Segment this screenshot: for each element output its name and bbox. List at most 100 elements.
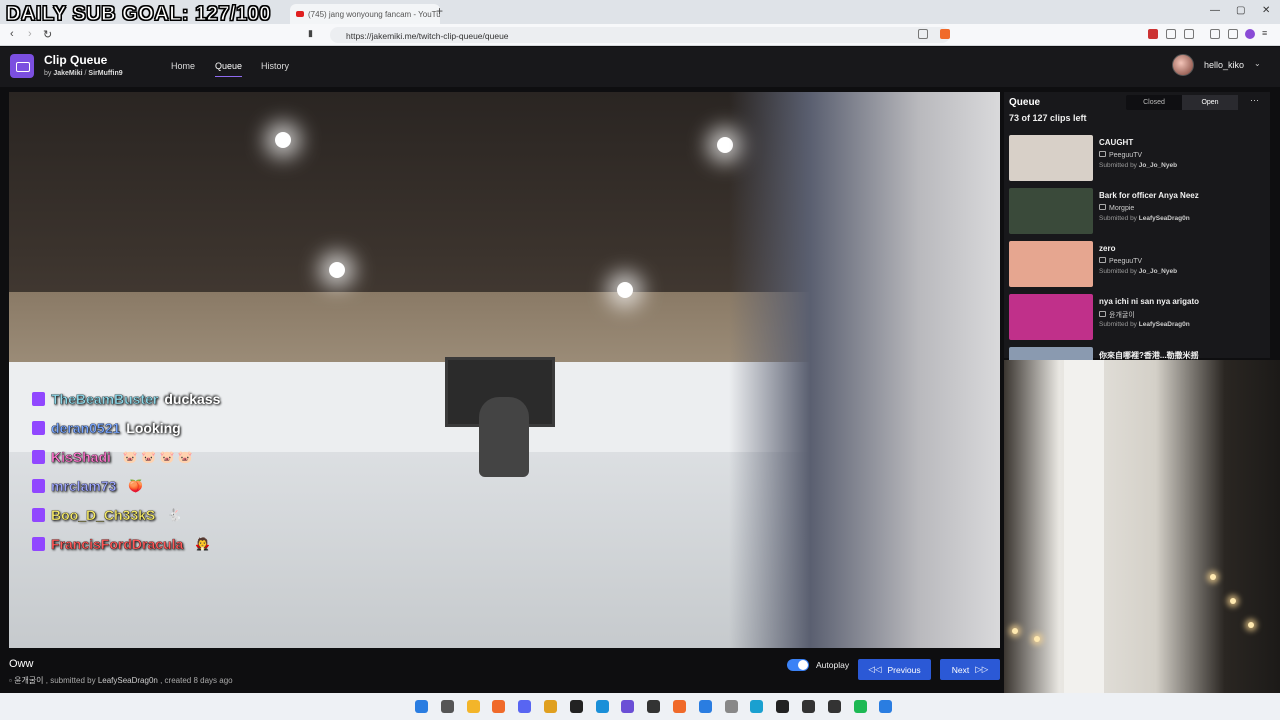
windows-start-icon[interactable]: [415, 700, 428, 713]
extension-icon[interactable]: [1184, 29, 1194, 39]
notepad-icon[interactable]: [698, 700, 712, 713]
queue-item-submitter: Submitted by Jo_Jo_Nyeb: [1099, 162, 1178, 169]
extension-icon[interactable]: [1166, 29, 1176, 39]
brave-2-icon[interactable]: [673, 700, 686, 713]
chat-text: duckass: [164, 391, 221, 407]
queue-item[interactable]: Bark for officer Anya Neez Morgpie Submitt…: [1009, 188, 1269, 236]
video-subject: [479, 397, 529, 477]
clip-thumbnail[interactable]: [1009, 135, 1093, 181]
media-icon[interactable]: [1210, 29, 1220, 39]
chevron-down-icon[interactable]: ⌄: [1254, 59, 1261, 68]
app-2-icon[interactable]: [750, 700, 764, 713]
clip-queue-logo-icon[interactable]: [10, 54, 34, 78]
sub-goal-overlay: DAILY SUB GOAL: 127/100: [6, 3, 271, 26]
forward-icon[interactable]: ›: [28, 28, 32, 40]
twitch-icon: [32, 392, 45, 406]
app-1-icon[interactable]: [724, 700, 738, 713]
file-explorer-icon[interactable]: [466, 700, 480, 713]
queue-item-channel: PeeguuTV: [1099, 257, 1142, 265]
maximize-icon[interactable]: ▢: [1236, 5, 1245, 16]
brave-icon[interactable]: [492, 700, 506, 713]
share-icon[interactable]: [918, 29, 928, 39]
author-link[interactable]: SirMuffin9: [88, 70, 122, 77]
obs-icon[interactable]: [569, 700, 583, 713]
chat-emote: 🧛: [195, 537, 211, 551]
clip-title: Oww: [9, 658, 34, 670]
close-icon[interactable]: ✕: [1262, 5, 1270, 16]
next-button[interactable]: Next ▷▷: [940, 659, 1000, 680]
queue-panel: Queue 73 of 127 clips left Closed Open ⋯…: [1004, 92, 1270, 393]
avatar[interactable]: [1172, 54, 1194, 76]
edge-icon[interactable]: [595, 700, 609, 713]
clip-thumbnail[interactable]: [1009, 241, 1093, 287]
menu-icon[interactable]: ≡: [1262, 28, 1267, 38]
chrome-icon[interactable]: [544, 700, 557, 713]
clip-channel[interactable]: 윤개굴이: [14, 676, 43, 685]
app-3-icon[interactable]: [802, 700, 815, 713]
brave-shield-icon[interactable]: [940, 29, 950, 39]
queue-status-toggle: Closed Open: [1126, 95, 1238, 110]
chat-emote: 🐇: [167, 508, 183, 522]
notes-icon[interactable]: [879, 700, 893, 713]
channel-icon: [1099, 257, 1106, 263]
clip-thumbnail[interactable]: [1009, 294, 1093, 340]
channel-icon: [1099, 311, 1106, 317]
queue-item[interactable]: nya ichi ni san nya arigato 윤개굴이 Submitted…: [1009, 294, 1269, 342]
queue-open-button[interactable]: Open: [1182, 95, 1238, 110]
chat-emote: 🐷 🐷 🐷 🐷: [122, 450, 193, 464]
clip-thumbnail[interactable]: [1009, 188, 1093, 234]
webcam-overlay: [1004, 360, 1280, 700]
profile-icon[interactable]: [1245, 29, 1255, 39]
streamer-app-icon[interactable]: [621, 700, 635, 713]
back-icon[interactable]: ‹: [10, 28, 14, 40]
previous-button[interactable]: ◁◁ Previous: [858, 659, 931, 680]
queue-item-submitter: Submitted by Jo_Jo_Nyeb: [1099, 268, 1178, 275]
epic-icon[interactable]: [647, 700, 661, 713]
autoplay-label: Autoplay: [816, 660, 850, 670]
terminal-icon[interactable]: [827, 700, 841, 713]
more-options-icon[interactable]: ⋯: [1250, 95, 1259, 106]
clip-player[interactable]: [9, 92, 1000, 648]
autoplay-toggle[interactable]: [787, 659, 809, 671]
queue-item-submitter: Submitted by LeafySeaDrag0n: [1099, 215, 1190, 222]
queue-item[interactable]: CAUGHT PeeguuTV Submitted by Jo_Jo_Nyeb: [1009, 135, 1269, 183]
username[interactable]: hello_kiko: [1204, 60, 1244, 70]
nav-queue[interactable]: Queue: [215, 61, 243, 77]
chat-message: Boo_D_Ch33kS 🐇: [32, 504, 182, 526]
twitch-icon: [32, 537, 45, 551]
queue-item-title: Bark for officer Anya Neez: [1099, 191, 1199, 200]
twitch-icon: [32, 479, 45, 493]
queue-item-title: zero: [1099, 244, 1116, 253]
spotify-icon[interactable]: [853, 700, 867, 713]
queue-item-submitter: Submitted by LeafySeaDrag0n: [1099, 321, 1190, 328]
bookmark-icon[interactable]: ▮: [308, 28, 313, 39]
discord-icon[interactable]: [518, 700, 532, 713]
chat-username: KisShadi: [51, 449, 111, 465]
chat-message: mrclam73 🍑: [32, 475, 143, 497]
author-link[interactable]: JakeMiki: [53, 70, 82, 77]
browser-tab[interactable]: (745) jang wonyoung fancam - YouTube: [290, 4, 440, 24]
new-tab-icon[interactable]: +: [436, 4, 443, 18]
extension-icon[interactable]: [1148, 29, 1158, 39]
nav-history[interactable]: History: [261, 61, 289, 71]
nav-home[interactable]: Home: [171, 61, 195, 71]
twitch-icon: [32, 421, 45, 435]
chat-text: Looking: [126, 420, 181, 436]
chat-message: FrancisFordDracula 🧛: [32, 533, 210, 555]
queue-item-title: CAUGHT: [1099, 138, 1134, 147]
queue-item[interactable]: zero PeeguuTV Submitted by Jo_Jo_Nyeb: [1009, 241, 1269, 289]
address-bar: ‹ › ↻ ▮ https://jakemiki.me/twitch-clip-…: [0, 24, 1280, 46]
xbox-icon[interactable]: [776, 700, 790, 713]
queue-closed-button[interactable]: Closed: [1126, 95, 1182, 110]
sidebar-icon[interactable]: [1228, 29, 1238, 39]
reload-icon[interactable]: ↻: [43, 28, 52, 41]
channel-icon: [1099, 204, 1106, 210]
queue-item-channel: Morgpie: [1099, 204, 1134, 212]
queue-item-title: nya ichi ni san nya arigato: [1099, 297, 1200, 306]
channel-icon: [1099, 151, 1106, 157]
minimize-icon[interactable]: —: [1210, 5, 1220, 16]
chat-username: deran0521: [51, 420, 121, 436]
task-view-icon[interactable]: [440, 700, 454, 713]
chat-emote: 🍑: [128, 479, 144, 493]
url-field[interactable]: https://jakemiki.me/twitch-clip-queue/qu…: [330, 27, 950, 43]
